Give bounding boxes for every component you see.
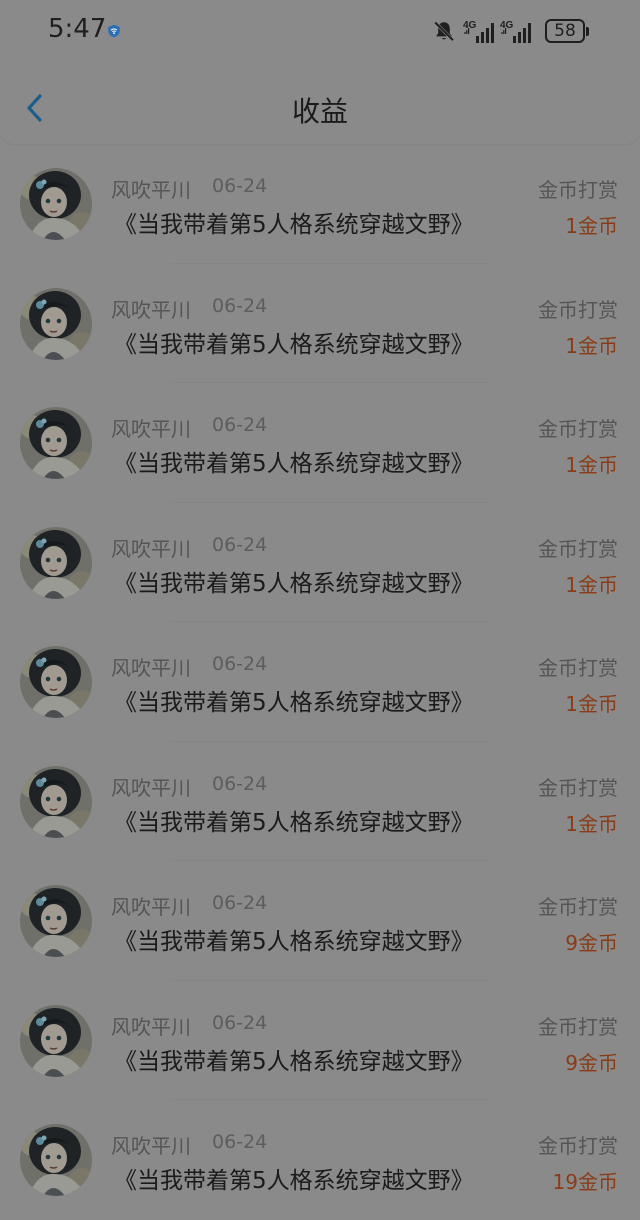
income-type: 金币打赏: [538, 536, 618, 561]
item-date: 06-24: [212, 1011, 268, 1034]
avatar[interactable]: [20, 287, 92, 360]
avatar[interactable]: [20, 765, 92, 838]
sender-name: 风吹平川: [111, 417, 191, 441]
income-amount: 1金币: [565, 333, 618, 358]
income-amount: 1金币: [565, 572, 618, 597]
item-date: 06-24: [212, 892, 268, 914]
sender-name: 风吹平川: [111, 1134, 191, 1158]
income-type: 金币打赏: [538, 656, 618, 680]
header: 收益: [0, 62, 640, 144]
income-type: 金币打赏: [538, 895, 618, 919]
book-title: 《当我带着第5人格系统穿越文野》: [114, 809, 474, 836]
list-item[interactable]: 风吹平川 06-24 《当我带着第5人格系统穿越文野》 金币打赏 9金币: [0, 981, 640, 1101]
avatar[interactable]: [20, 407, 92, 479]
item-date: 06-24: [212, 533, 268, 556]
item-date: 06-24: [212, 175, 268, 197]
income-amount: 1金币: [565, 811, 618, 836]
list-item[interactable]: 风吹平川 06-24 《当我带着第5人格系统穿越文野》 金币打赏 1金币: [0, 264, 640, 384]
signal-icon: 4G: [500, 20, 531, 43]
list-item[interactable]: 风吹平川 06-24 《当我带着第5人格系统穿越文野》 金币打赏 1金币: [0, 503, 640, 623]
signal-icon: 4G: [463, 20, 494, 43]
book-title: 《当我带着第5人格系统穿越文野》: [114, 570, 474, 597]
battery-icon: 58: [545, 19, 585, 43]
income-amount: 9金币: [565, 1050, 618, 1075]
sender-name: 风吹平川: [111, 656, 191, 680]
book-title: 《当我带着第5人格系统穿越文野》: [114, 451, 474, 477]
sender-name: 风吹平川: [111, 178, 191, 202]
vpn-shield-icon: [108, 24, 120, 38]
income-amount: 9金币: [565, 931, 618, 955]
income-amount: 1金币: [565, 692, 618, 716]
battery-tip: [586, 27, 589, 36]
income-amount: 1金币: [565, 453, 618, 477]
list-item[interactable]: 风吹平川 06-24 《当我带着第5人格系统穿越文野》 金币打赏 1金币: [0, 742, 640, 862]
avatar[interactable]: [20, 1004, 92, 1077]
network-label: 4G: [500, 20, 514, 31]
status-bar: 5:47 4G 4G 58: [0, 0, 640, 62]
list-item[interactable]: 风吹平川 06-24 《当我带着第5人格系统穿越文野》 金币打赏 19金币: [0, 1100, 640, 1220]
avatar[interactable]: [20, 168, 92, 240]
item-date: 06-24: [212, 414, 268, 436]
book-title: 《当我带着第5人格系统穿越文野》: [114, 1048, 474, 1075]
income-type: 金币打赏: [538, 1014, 618, 1039]
income-list: 风吹平川 06-24 《当我带着第5人格系统穿越文野》 金币打赏 1金币 风吹平川 06-…: [0, 144, 640, 1220]
book-title: 《当我带着第5人格系统穿越文野》: [114, 929, 474, 955]
income-type: 金币打赏: [538, 178, 618, 202]
network-label: 4G: [463, 20, 477, 31]
sender-name: 风吹平川: [111, 297, 191, 322]
list-item[interactable]: 风吹平川 06-24 《当我带着第5人格系统穿越文野》 金币打赏 1金币: [0, 144, 640, 264]
income-type: 金币打赏: [538, 775, 618, 800]
sender-name: 风吹平川: [111, 775, 191, 800]
sender-name: 风吹平川: [111, 536, 191, 561]
income-amount: 19金币: [552, 1170, 618, 1194]
item-date: 06-24: [212, 653, 268, 675]
avatar[interactable]: [20, 646, 92, 718]
list-item[interactable]: 风吹平川 06-24 《当我带着第5人格系统穿越文野》 金币打赏 1金币: [0, 383, 640, 503]
item-date: 06-24: [212, 1131, 268, 1153]
battery-level: 58: [554, 21, 576, 41]
item-date: 06-24: [212, 772, 268, 795]
income-type: 金币打赏: [538, 1134, 618, 1158]
avatar[interactable]: [20, 885, 92, 957]
book-title: 《当我带着第5人格系统穿越文野》: [114, 331, 474, 358]
income-type: 金币打赏: [538, 297, 618, 322]
avatar[interactable]: [20, 526, 92, 599]
book-title: 《当我带着第5人格系统穿越文野》: [114, 1168, 474, 1194]
income-amount: 1金币: [565, 214, 618, 238]
bell-off-icon: [434, 21, 455, 42]
item-date: 06-24: [212, 294, 268, 317]
avatar[interactable]: [20, 1124, 92, 1196]
page-title: 收益: [291, 95, 348, 128]
book-title: 《当我带着第5人格系统穿越文野》: [114, 690, 474, 716]
list-item[interactable]: 风吹平川 06-24 《当我带着第5人格系统穿越文野》 金币打赏 9金币: [0, 861, 640, 981]
sender-name: 风吹平川: [111, 1014, 191, 1039]
income-type: 金币打赏: [538, 417, 618, 441]
book-title: 《当我带着第5人格系统穿越文野》: [114, 212, 474, 238]
list-item[interactable]: 风吹平川 06-24 《当我带着第5人格系统穿越文野》 金币打赏 1金币: [0, 622, 640, 742]
sender-name: 风吹平川: [111, 895, 191, 919]
status-time: 5:47: [48, 14, 107, 44]
